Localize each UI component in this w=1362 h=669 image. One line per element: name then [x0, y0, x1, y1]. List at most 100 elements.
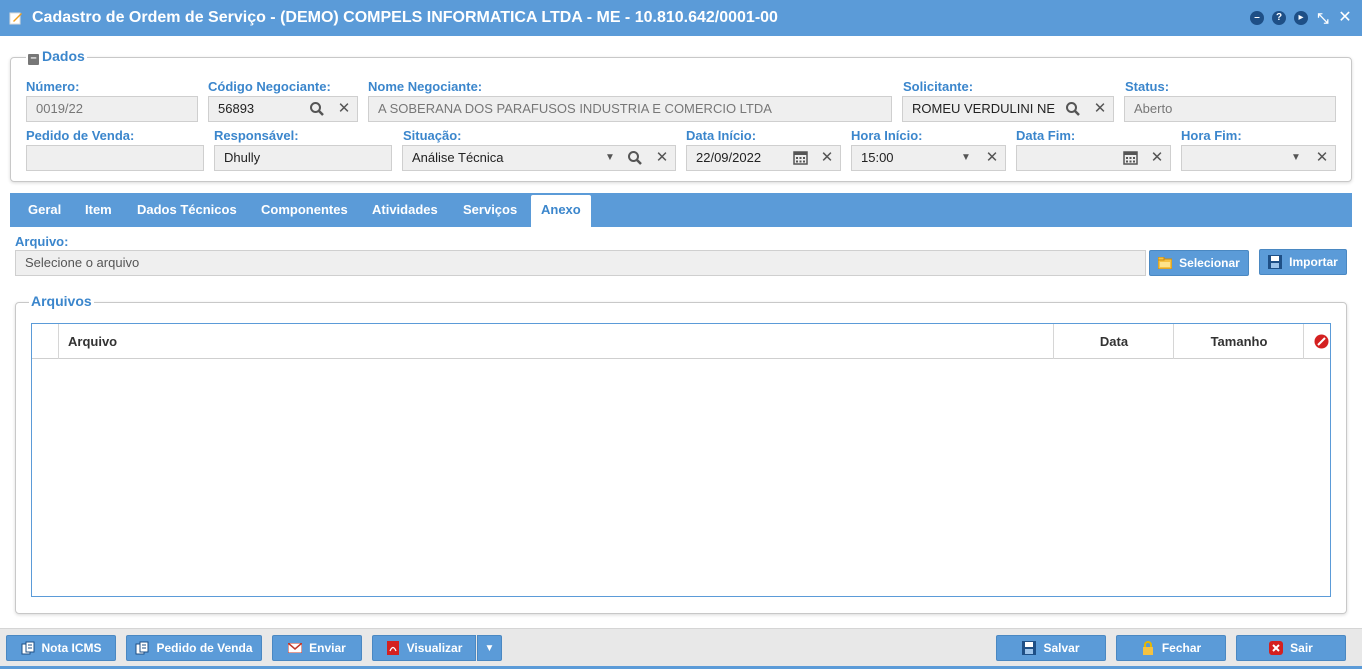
responsavel-label: Responsável: [214, 128, 299, 143]
solicitante-field[interactable]: ROMEU VERDULINI NE [902, 96, 1114, 122]
solicitante-value: ROMEU VERDULINI NE [912, 101, 1056, 116]
edit-form-icon [9, 12, 22, 25]
data-inicio-value: 22/09/2022 [696, 150, 762, 165]
enviar-button[interactable]: Enviar [272, 635, 362, 661]
hora-inicio-value: 15:00 [861, 150, 894, 165]
visualizar-label: Visualizar [406, 641, 463, 655]
nota-icms-button[interactable]: Nota ICMS [6, 635, 116, 661]
arquivo-field[interactable]: Selecione o arquivo [15, 250, 1146, 276]
solicitante-label: Solicitante: [903, 79, 974, 94]
situacao-label: Situação: [403, 128, 462, 143]
close-window-icon[interactable]: ✕ [1337, 10, 1353, 26]
nome-negociante-field[interactable]: A SOBERANA DOS PARAFUSOS INDUSTRIA E COM… [368, 96, 892, 122]
clear-icon[interactable]: ✕ [819, 150, 835, 166]
pedido-venda-label: Pedido de Venda [156, 641, 253, 655]
dados-legend[interactable]: – Dados [26, 48, 87, 65]
clear-icon[interactable]: ✕ [984, 150, 1000, 166]
footer-toolbar: Nota ICMS Pedido de Venda Enviar Visuali… [0, 628, 1362, 669]
calendar-icon[interactable] [792, 150, 808, 166]
nota-icms-label: Nota ICMS [41, 641, 102, 655]
clear-icon[interactable]: ✕ [654, 150, 670, 166]
numero-field[interactable]: 0019/22 [26, 96, 198, 122]
tab-geral[interactable]: Geral [18, 193, 71, 227]
dropdown-arrow-icon[interactable]: ▼ [958, 150, 974, 166]
importar-label: Importar [1289, 255, 1338, 269]
column-tamanho[interactable]: Tamanho [1174, 324, 1304, 359]
tab-anexo[interactable]: Anexo [531, 195, 591, 227]
collapse-minus-icon[interactable]: – [28, 53, 39, 65]
clear-icon[interactable]: ✕ [1092, 101, 1108, 117]
save-disk-icon [1268, 255, 1283, 269]
column-data[interactable]: Data [1054, 324, 1174, 359]
importar-button[interactable]: Importar [1259, 249, 1347, 275]
sair-button[interactable]: Sair [1236, 635, 1346, 661]
search-icon[interactable] [1065, 101, 1081, 117]
save-disk-icon [1022, 641, 1037, 655]
collapse-icon[interactable]: ⤡ [1315, 10, 1331, 26]
table-header: Arquivo Data Tamanho [32, 324, 1330, 359]
pedido-venda-button[interactable]: Pedido de Venda [126, 635, 262, 661]
tab-bar: Geral Item Dados Técnicos Componentes At… [10, 193, 1352, 227]
data-inicio-label: Data Início: [686, 128, 757, 143]
arquivos-legend: Arquivos [29, 293, 94, 309]
selecionar-button[interactable]: Selecionar [1149, 250, 1249, 276]
tab-servicos[interactable]: Serviços [453, 193, 527, 227]
hora-inicio-label: Hora Início: [851, 128, 923, 143]
calendar-icon[interactable] [1122, 150, 1138, 166]
tab-item[interactable]: Item [75, 193, 122, 227]
data-fim-label: Data Fim: [1016, 128, 1076, 143]
data-inicio-field[interactable]: 22/09/2022 [686, 145, 841, 171]
clear-icon[interactable]: ✕ [336, 101, 352, 117]
hora-fim-label: Hora Fim: [1181, 128, 1242, 143]
tab-dados-tecnicos[interactable]: Dados Técnicos [127, 193, 247, 227]
clear-icon[interactable]: ✕ [1314, 150, 1330, 166]
exit-icon [1269, 641, 1284, 655]
fechar-button[interactable]: Fechar [1116, 635, 1226, 661]
responsavel-field[interactable]: Dhully [214, 145, 392, 171]
tab-atividades[interactable]: Atividades [362, 193, 448, 227]
search-icon[interactable] [309, 101, 325, 117]
nome-negociante-label: Nome Negociante: [368, 79, 483, 94]
arquivo-label: Arquivo: [15, 234, 69, 249]
dropdown-arrow-icon[interactable]: ▼ [1288, 150, 1304, 166]
lock-icon [1142, 641, 1153, 655]
mail-icon [288, 643, 303, 653]
salvar-label: Salvar [1043, 641, 1080, 655]
enviar-label: Enviar [309, 641, 346, 655]
dados-legend-label: Dados [42, 48, 85, 64]
status-label: Status: [1125, 79, 1170, 94]
chevron-down-icon: ▼ [484, 642, 495, 654]
selecionar-label: Selecionar [1179, 256, 1240, 270]
minimize-icon[interactable]: – [1250, 11, 1264, 25]
column-divider [58, 324, 59, 359]
numero-label: Número: [26, 79, 80, 94]
fechar-label: Fechar [1161, 641, 1202, 655]
tab-componentes[interactable]: Componentes [251, 193, 358, 227]
salvar-button[interactable]: Salvar [996, 635, 1106, 661]
document-copy-icon [135, 641, 149, 655]
remove-all-icon[interactable] [1314, 334, 1329, 349]
column-arquivo[interactable]: Arquivo [68, 324, 117, 359]
column-divider [1303, 324, 1304, 359]
data-fim-field[interactable] [1016, 145, 1171, 171]
pedido-venda-label: Pedido de Venda: [26, 128, 135, 143]
help-icon[interactable]: ? [1272, 11, 1286, 25]
search-icon[interactable] [627, 150, 643, 166]
clear-icon[interactable]: ✕ [1149, 150, 1165, 166]
folder-icon [1158, 257, 1173, 269]
codigo-negociante-label: Código Negociante: [208, 79, 331, 94]
arquivos-table: Arquivo Data Tamanho [31, 323, 1331, 597]
document-copy-icon [21, 641, 34, 655]
window-titlebar: Cadastro de Ordem de Serviço - (DEMO) CO… [0, 0, 1362, 36]
window-title: Cadastro de Ordem de Serviço - (DEMO) CO… [32, 9, 778, 26]
dropdown-arrow-icon[interactable]: ▼ [602, 150, 618, 166]
visualizar-dropdown-button[interactable]: ▼ [477, 635, 502, 661]
pdf-icon [386, 641, 399, 655]
situacao-value: Análise Técnica [412, 150, 504, 165]
hora-fim-select[interactable] [1181, 145, 1336, 171]
pedido-venda-field[interactable] [26, 145, 204, 171]
hora-inicio-select[interactable]: 15:00 [851, 145, 1006, 171]
visualizar-button[interactable]: Visualizar [372, 635, 476, 661]
play-icon[interactable]: ▸ [1294, 11, 1308, 25]
status-field[interactable]: Aberto [1124, 96, 1336, 122]
